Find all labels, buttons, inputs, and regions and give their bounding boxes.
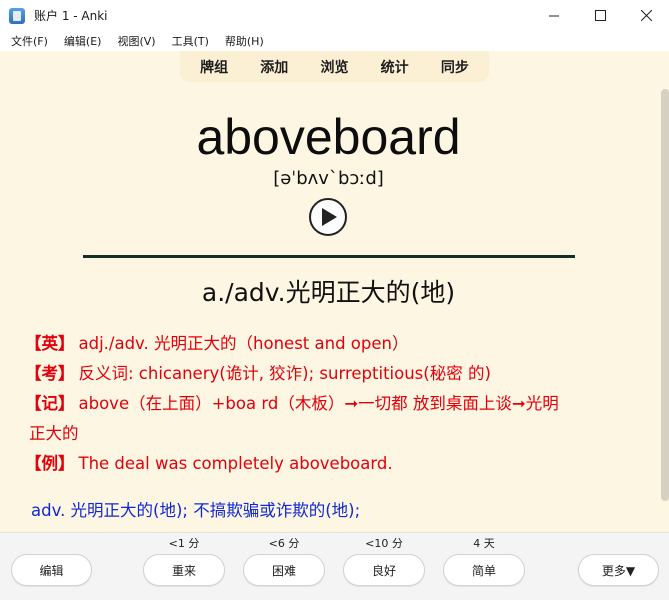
note-tag: 【例】 xyxy=(25,454,75,473)
answer-easy: 4 天 简单 xyxy=(437,536,531,586)
toolbar-add[interactable]: 添加 xyxy=(260,57,288,77)
note-memory: 【记】 above（在上面）+boa rd（木板）➞一切都 放到桌面上谈➞光明 xyxy=(25,389,631,419)
main-toolbar: 牌组 添加 浏览 统计 同步 xyxy=(180,51,489,82)
interval-label: <1 分 xyxy=(168,537,200,550)
note-text: adj./adv. 光明正大的（honest and open） xyxy=(78,334,409,353)
close-button[interactable] xyxy=(623,0,669,31)
note-tag: 【考】 xyxy=(25,364,75,383)
menu-view[interactable]: 视图(V) xyxy=(109,33,163,49)
toolbar-decks[interactable]: 牌组 xyxy=(200,57,228,77)
edit-button-wrap: 编辑 xyxy=(11,554,92,586)
note-memory-continued: 正大的 xyxy=(29,424,79,443)
window-title: 账户 1 - Anki xyxy=(34,9,108,23)
edit-button[interactable]: 编辑 xyxy=(11,554,92,586)
menu-edit[interactable]: 编辑(E) xyxy=(56,33,110,49)
menu-bar: 文件(F) 编辑(E) 视图(V) 工具(T) 帮助(H) xyxy=(0,31,669,51)
anki-app-icon xyxy=(9,7,25,24)
close-icon xyxy=(640,10,652,21)
play-audio-button[interactable] xyxy=(309,198,347,236)
note-text: above（在上面）+boa rd（木板）➞一切都 放到桌面上谈➞光明 xyxy=(78,394,559,413)
note-text: 反义词: chicanery(诡计, 狡诈); surreptitious(秘密… xyxy=(78,364,491,383)
good-button[interactable]: 良好 xyxy=(343,554,425,586)
card-definition: adv. 光明正大的(地); 不搞欺骗或诈欺的(地); xyxy=(31,501,361,520)
toolbar-stats[interactable]: 统计 xyxy=(381,57,409,77)
interval-label: 4 天 xyxy=(473,537,495,550)
again-button[interactable]: 重来 xyxy=(143,554,225,586)
minimize-button[interactable] xyxy=(531,0,577,31)
card-meaning: a./adv.光明正大的(地) xyxy=(201,278,456,307)
card-word: aboveboard xyxy=(196,109,461,165)
menu-help[interactable]: 帮助(H) xyxy=(217,33,272,49)
more-button[interactable]: 更多▼ xyxy=(578,554,659,586)
note-text: The deal was completely aboveboard. xyxy=(78,454,393,473)
review-area: 牌组 添加 浏览 统计 同步 aboveboard [əˈbʌvˋbɔːd] a… xyxy=(0,51,669,532)
play-icon xyxy=(322,208,337,226)
interval-label: <10 分 xyxy=(365,537,403,550)
toolbar-browse[interactable]: 浏览 xyxy=(320,57,348,77)
window-controls xyxy=(531,0,669,31)
note-example: 【例】 The deal was completely aboveboard. xyxy=(25,449,631,479)
menu-file[interactable]: 文件(F) xyxy=(3,33,56,49)
menu-tools[interactable]: 工具(T) xyxy=(164,33,217,49)
more-button-wrap: 更多▼ xyxy=(578,554,659,586)
scrollbar[interactable] xyxy=(661,89,669,501)
interval-label: <6 分 xyxy=(268,537,300,550)
answer-hard: <6 分 困难 xyxy=(237,536,331,586)
maximize-button[interactable] xyxy=(577,0,623,31)
title-bar: 账户 1 - Anki xyxy=(0,0,669,31)
card-notes: 【英】 adj./adv. 光明正大的（honest and open） 【考】反… xyxy=(25,329,631,479)
minimize-icon xyxy=(548,15,559,17)
note-tag: 【英】 xyxy=(25,334,75,353)
answer-good: <10 分 良好 xyxy=(337,536,431,586)
answer-again: <1 分 重来 xyxy=(137,536,231,586)
toolbar-sync[interactable]: 同步 xyxy=(441,57,469,77)
maximize-icon xyxy=(594,10,606,21)
hard-button[interactable]: 困难 xyxy=(243,554,325,586)
card-divider xyxy=(83,255,575,258)
easy-button[interactable]: 简单 xyxy=(443,554,525,586)
note-tag: 【记】 xyxy=(25,394,75,413)
note-exam: 【考】 反义词: chicanery(诡计, 狡诈); surreptitious… xyxy=(25,359,631,389)
note-english: 【英】 adj./adv. 光明正大的（honest and open） xyxy=(25,329,631,359)
card-phonetic: [əˈbʌvˋbɔːd] xyxy=(273,168,384,189)
answer-bar: 编辑 <1 分 重来 <6 分 困难 <10 分 良好 4 天 简单 更多▼ xyxy=(0,532,669,600)
